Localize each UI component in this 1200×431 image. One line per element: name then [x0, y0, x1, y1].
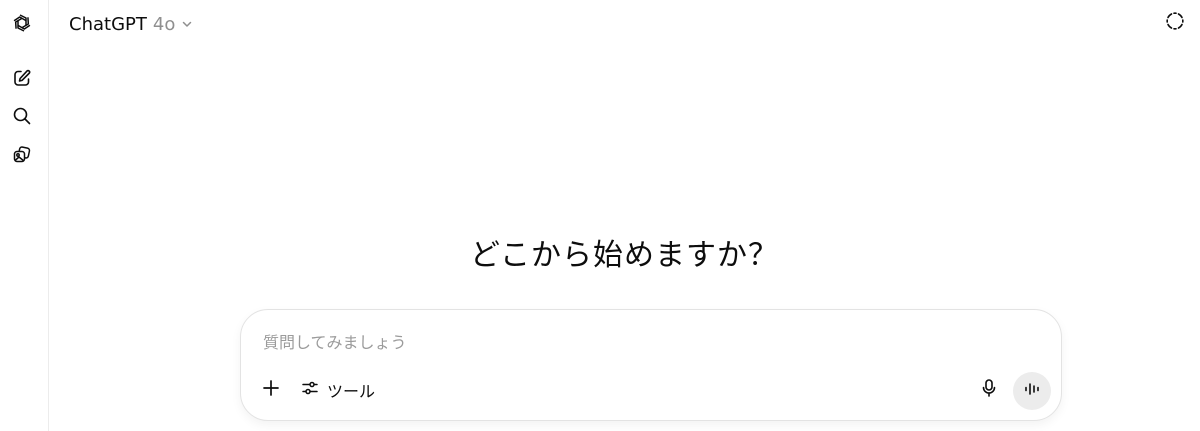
chevron-down-icon	[181, 14, 193, 35]
add-attachment-button[interactable]	[257, 376, 285, 404]
sliders-icon	[301, 379, 319, 401]
dashed-circle-icon	[1165, 11, 1185, 35]
new-chat-icon	[12, 68, 32, 88]
plus-icon	[262, 379, 280, 401]
hero-heading: どこから始めますか？	[469, 238, 780, 273]
voice-mode-button[interactable]	[1013, 372, 1051, 410]
library-button[interactable]	[7, 140, 37, 170]
prompt-input[interactable]	[263, 330, 963, 354]
openai-logo-icon	[10, 11, 34, 35]
sidebar	[0, 0, 49, 431]
voice-waveform-icon	[1023, 380, 1041, 402]
model-selector[interactable]: ChatGPT 4o	[69, 10, 193, 38]
composer: ツール	[240, 309, 1062, 421]
new-chat-button[interactable]	[7, 63, 37, 93]
library-icon	[12, 145, 32, 165]
tools-button[interactable]: ツール	[297, 376, 379, 404]
temporary-chat-button[interactable]	[1164, 12, 1186, 34]
microphone-icon	[980, 378, 998, 402]
model-name: ChatGPT	[69, 13, 147, 35]
tools-label: ツール	[327, 382, 376, 401]
search-icon	[12, 106, 32, 126]
model-version: 4o	[152, 13, 176, 35]
dictate-button[interactable]	[975, 376, 1003, 404]
search-button[interactable]	[7, 101, 37, 131]
openai-logo-button[interactable]	[7, 8, 37, 38]
